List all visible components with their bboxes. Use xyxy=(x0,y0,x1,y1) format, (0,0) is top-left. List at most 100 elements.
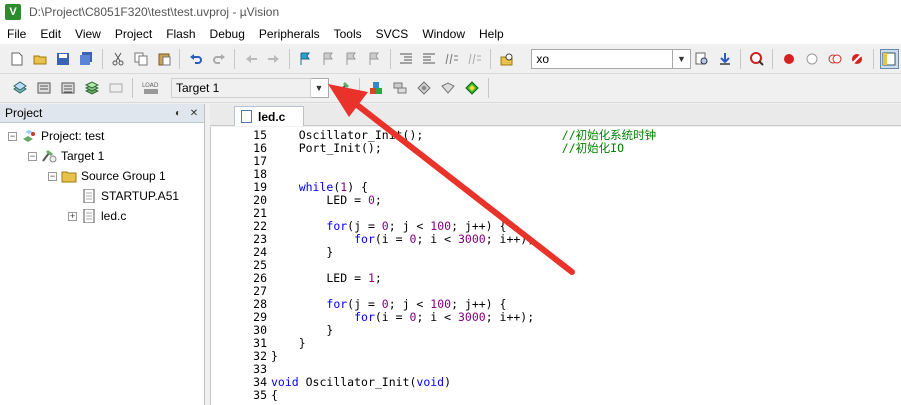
new-file-icon[interactable] xyxy=(8,49,27,69)
batch-build-icon[interactable] xyxy=(82,78,102,98)
svg-text:LOAD: LOAD xyxy=(142,82,159,89)
target-select[interactable]: Target 1 xyxy=(171,78,311,98)
code-editor[interactable]: 15 Oscillator_Init(); //初始化系统时钟 16 Port_I… xyxy=(210,127,901,405)
tree-item-led-c[interactable]: + led.c xyxy=(68,206,126,226)
code-line[interactable]: 23 for(i = 0; i < 3000; i++); xyxy=(211,232,534,246)
editor-area: led.c 15 Oscillator_Init(); //初始化系统时钟 16 … xyxy=(210,104,901,405)
tree-item-source-group[interactable]: − Source Group 1 xyxy=(48,166,166,186)
tree-item-target[interactable]: − Target 1 xyxy=(28,146,104,166)
disable-breakpoints-icon[interactable] xyxy=(825,49,844,69)
save-all-icon[interactable] xyxy=(77,49,96,69)
select-packs-icon[interactable] xyxy=(390,78,410,98)
save-icon[interactable] xyxy=(54,49,73,69)
comment-icon[interactable] xyxy=(442,49,461,69)
find-in-files-icon[interactable] xyxy=(497,49,516,69)
download-icon[interactable]: LOAD xyxy=(139,78,163,98)
code-line[interactable]: 31 } xyxy=(211,336,305,350)
code-line[interactable]: 21 xyxy=(211,206,271,220)
code-line[interactable]: 17 xyxy=(211,154,271,168)
close-icon[interactable]: ✕ xyxy=(188,107,200,119)
pack-green-icon[interactable] xyxy=(462,78,482,98)
menu-help[interactable]: Help xyxy=(472,27,511,41)
menu-view[interactable]: View xyxy=(68,27,108,41)
code-text: } xyxy=(271,348,278,363)
menu-svcs[interactable]: SVCS xyxy=(369,27,416,41)
cut-icon[interactable] xyxy=(109,49,128,69)
next-bookmark-icon[interactable] xyxy=(342,49,361,69)
code-line[interactable]: 32} xyxy=(211,348,278,363)
enable-breakpoint-icon[interactable] xyxy=(802,49,821,69)
find-icon[interactable] xyxy=(693,49,712,69)
uncomment-icon[interactable] xyxy=(465,49,484,69)
paste-icon[interactable] xyxy=(154,49,173,69)
prev-bookmark-icon[interactable] xyxy=(319,49,338,69)
redo-icon[interactable] xyxy=(209,49,228,69)
menu-window[interactable]: Window xyxy=(415,27,472,41)
menu-debug[interactable]: Debug xyxy=(203,27,252,41)
code-line[interactable]: 22 for(j = 0; j < 100; j++) { xyxy=(211,219,506,233)
target-select-dropdown[interactable]: ▼ xyxy=(311,78,329,98)
code-line[interactable]: 18 xyxy=(211,167,271,181)
menu-bar: File Edit View Project Flash Debug Perip… xyxy=(0,23,901,44)
code-line[interactable]: 30 } xyxy=(211,323,333,337)
code-line[interactable]: 34 void Oscillator_Init(void) xyxy=(211,375,451,389)
rebuild-icon[interactable] xyxy=(58,78,78,98)
collapse-icon[interactable]: − xyxy=(48,171,57,181)
open-folder-icon[interactable] xyxy=(31,49,50,69)
tree-item-project[interactable]: − Project: test xyxy=(8,126,104,146)
chevron-down-icon: ▼ xyxy=(314,83,324,93)
target-options-icon[interactable] xyxy=(333,78,353,98)
code-line[interactable]: 27 xyxy=(211,284,271,298)
copy-icon[interactable] xyxy=(132,49,151,69)
bookmark-icon[interactable] xyxy=(296,49,315,69)
insert-breakpoint-icon[interactable] xyxy=(779,49,798,69)
code-line[interactable]: 33 xyxy=(211,362,271,376)
menu-tools[interactable]: Tools xyxy=(327,27,369,41)
code-line[interactable]: 35 { xyxy=(211,388,278,402)
manage-project-items-icon[interactable] xyxy=(366,78,386,98)
indent-icon[interactable] xyxy=(397,49,416,69)
code-line[interactable]: 29 for(i = 0; i < 3000; i++); xyxy=(211,310,534,324)
translate-icon[interactable] xyxy=(10,78,30,98)
menu-project[interactable]: Project xyxy=(108,27,159,41)
debug-session-icon[interactable] xyxy=(747,49,766,69)
stop-build-icon[interactable] xyxy=(106,78,126,98)
nav-forward-icon[interactable] xyxy=(264,49,283,69)
toolbar-separator xyxy=(740,49,742,69)
kill-breakpoints-icon[interactable] xyxy=(848,49,867,69)
pack-installer-icon[interactable] xyxy=(438,78,458,98)
tree-item-startup[interactable]: STARTUP.A51 xyxy=(81,186,179,206)
line-number: 25 xyxy=(253,257,267,272)
menu-file[interactable]: File xyxy=(0,27,33,41)
find-combo[interactable]: xo xyxy=(531,49,674,69)
code-line[interactable]: 28 for(j = 0; j < 100; j++) { xyxy=(211,297,506,311)
expand-icon[interactable]: + xyxy=(68,211,77,221)
code-line[interactable]: 20 LED = 0; xyxy=(211,192,382,207)
manage-rte-icon[interactable] xyxy=(414,78,434,98)
collapse-icon[interactable]: − xyxy=(28,151,37,161)
nav-back-icon[interactable] xyxy=(241,49,260,69)
line-number: 16 xyxy=(253,140,267,155)
target-icon xyxy=(42,150,57,163)
code-line[interactable]: 26 LED = 1; xyxy=(211,271,382,285)
code-line[interactable]: 19 while(1) { xyxy=(211,180,368,194)
menu-edit[interactable]: Edit xyxy=(33,27,68,41)
code-line[interactable]: 25 xyxy=(211,257,271,272)
collapse-icon[interactable]: − xyxy=(8,131,17,141)
clear-bookmarks-icon[interactable] xyxy=(365,49,384,69)
find-combo-dropdown[interactable]: ▼ xyxy=(673,49,691,69)
undo-icon[interactable] xyxy=(186,49,205,69)
menu-flash[interactable]: Flash xyxy=(159,27,202,41)
menu-peripherals[interactable]: Peripherals xyxy=(252,27,327,41)
build-icon[interactable] xyxy=(34,78,54,98)
line-number: 20 xyxy=(253,192,267,207)
pin-icon[interactable]: ◐ xyxy=(172,107,184,119)
tab-led-c[interactable]: led.c xyxy=(234,106,304,126)
project-panel: Project ◐ ✕ − Project: test − Target 1 −… xyxy=(0,104,205,405)
window-layout-icon[interactable] xyxy=(879,49,899,69)
code-line[interactable]: 24 } xyxy=(211,245,333,259)
toolbar-separator xyxy=(772,49,774,69)
unindent-icon[interactable] xyxy=(420,49,439,69)
code-line[interactable]: 16 Port_Init(); //初始化IO xyxy=(211,140,624,155)
incremental-find-icon[interactable] xyxy=(715,49,734,69)
